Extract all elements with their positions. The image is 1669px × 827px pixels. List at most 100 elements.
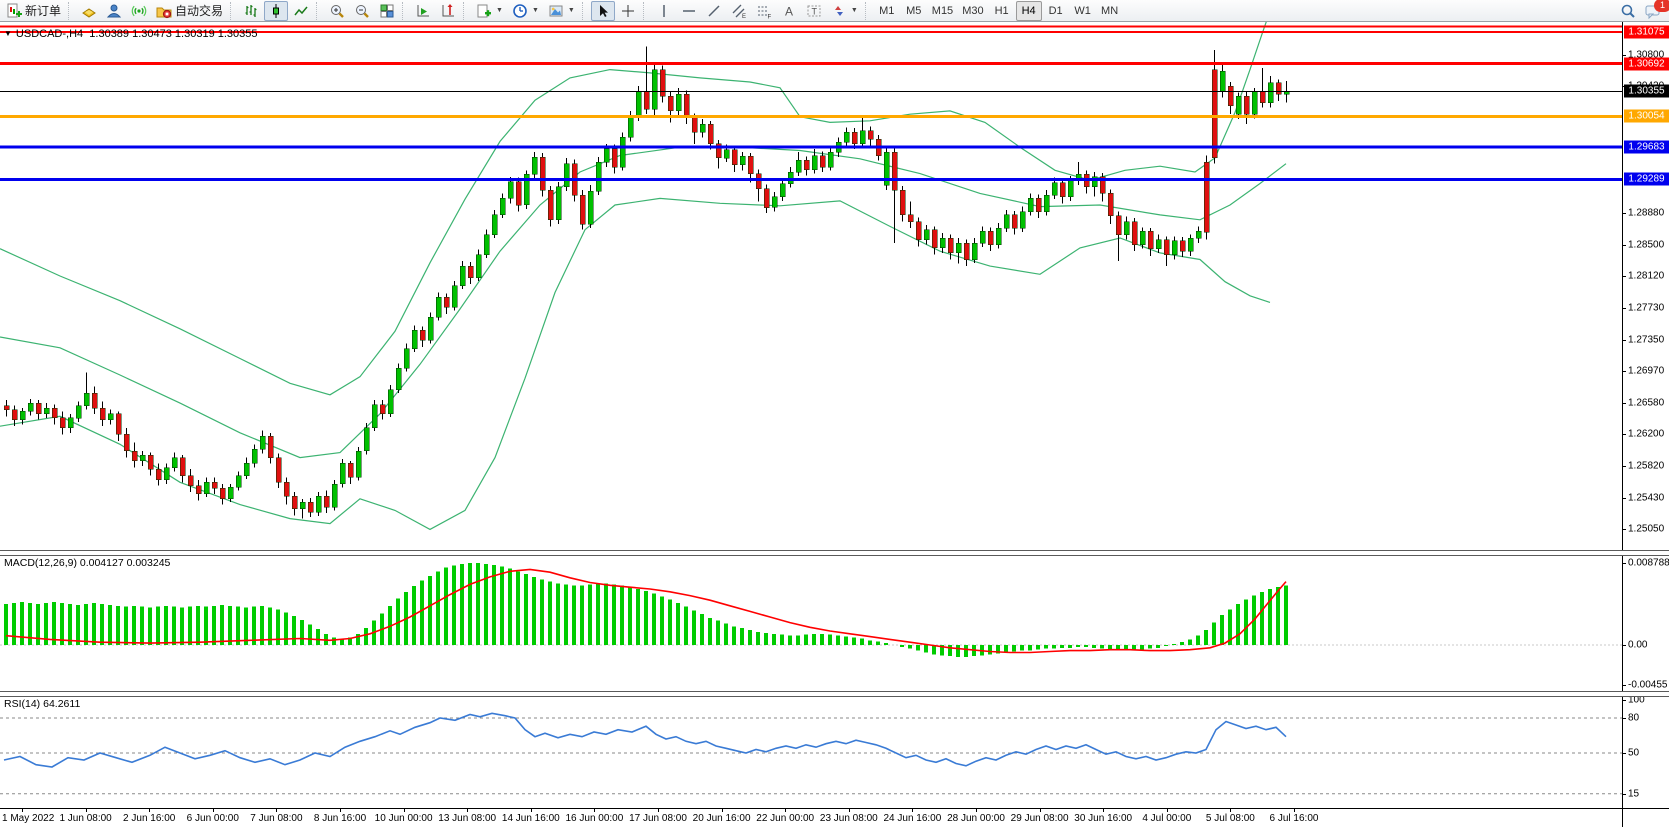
horizontal-line-tool-button[interactable] (677, 1, 701, 21)
timeframe-h1[interactable]: H1 (989, 1, 1015, 21)
candlestick-mode-button[interactable] (264, 1, 288, 21)
candle-bear (540, 157, 545, 190)
price-badge-1.29289: 1.29289 (1624, 173, 1669, 186)
crosshair-tool-button[interactable] (616, 1, 640, 21)
main-chart-canvas[interactable] (0, 22, 1622, 550)
rsi-pane[interactable]: RSI(14) 64.2611 (0, 695, 1622, 808)
chart-dropdown-icon[interactable]: ▼ (4, 29, 12, 38)
template-button[interactable]: ▼ (544, 1, 579, 21)
profile-button[interactable] (102, 1, 126, 21)
candle-bear (308, 502, 313, 512)
zoom-in-button[interactable] (325, 1, 349, 21)
autotrading-icon (156, 3, 172, 19)
candle-bull (1044, 195, 1049, 212)
vertical-line-tool-button[interactable] (652, 1, 676, 21)
timeframe-w1[interactable]: W1 (1070, 1, 1096, 21)
candle-bull (68, 418, 73, 428)
autotrading-button[interactable]: 自动交易 (152, 1, 227, 21)
trendline-tool-button[interactable] (702, 1, 726, 21)
candle-bear (708, 124, 713, 144)
axis-corner-line (1622, 809, 1623, 827)
candle-bull (556, 187, 561, 220)
pane-separator[interactable] (0, 691, 1669, 697)
candle-bull (700, 124, 705, 132)
cursor-tool-button[interactable] (591, 1, 615, 21)
text-label-tool-button[interactable]: T (802, 1, 826, 21)
dropdown-caret: ▼ (496, 7, 503, 14)
svg-text:T: T (811, 6, 817, 16)
timeframe-d1[interactable]: D1 (1043, 1, 1069, 21)
crosshair-icon (620, 3, 636, 19)
macd-pane[interactable]: MACD(12,26,9) 0.004127 0.003245 (0, 554, 1622, 691)
price-tick-mark (1623, 340, 1626, 341)
signals-button[interactable] (127, 1, 151, 21)
price-axis[interactable]: 1.308001.304201.288801.285001.281201.277… (1622, 22, 1669, 550)
rsi-value: 64.2611 (43, 698, 80, 710)
chart-shift-button[interactable] (436, 1, 460, 21)
text-tool-button[interactable]: A (777, 1, 801, 21)
candle-bear (916, 222, 921, 240)
market-watch-button[interactable] (77, 1, 101, 21)
candle-bull (1172, 241, 1177, 255)
candle-bear (1036, 198, 1041, 211)
timeframe-mn[interactable]: MN (1097, 1, 1123, 21)
price-badge-1.31075: 1.31075 (1624, 26, 1669, 39)
pane-separator[interactable] (0, 550, 1669, 556)
period-button[interactable]: ▼ (508, 1, 543, 21)
candle-bull (532, 157, 537, 174)
candle-bull (1124, 222, 1129, 235)
new-chart-button[interactable]: ▼ (472, 1, 507, 21)
timeframe-m30[interactable]: M30 (958, 1, 987, 21)
candle-bear (804, 160, 809, 169)
macd-canvas[interactable] (0, 554, 1622, 691)
macd-tick-mark (1623, 645, 1626, 646)
timeframe-m5[interactable]: M5 (901, 1, 927, 21)
rsi-label: RSI(14) (4, 698, 40, 710)
candle-bear (12, 410, 17, 420)
new-order-button[interactable]: 新订单 (2, 1, 65, 21)
timeframe-m1[interactable]: M1 (874, 1, 900, 21)
bar-chart-mode-button[interactable] (239, 1, 263, 21)
clock-icon (512, 3, 528, 19)
time-tick-mark (976, 809, 977, 812)
candle-bull (1252, 92, 1257, 114)
candle-bull (596, 162, 601, 191)
candle-bear (692, 118, 697, 133)
macd-axis[interactable]: 0.0087880.00-0.00455 (1622, 554, 1669, 691)
candle-bear (748, 156, 753, 173)
rsi-canvas[interactable] (0, 695, 1622, 808)
line-chart-mode-button[interactable] (289, 1, 313, 21)
timeframe-m15[interactable]: M15 (928, 1, 957, 21)
timeframe-h4[interactable]: H4 (1016, 1, 1042, 21)
candle-bull (940, 238, 945, 248)
candle-bear (52, 408, 57, 418)
rsi-line (4, 713, 1286, 767)
time-label: 7 Jun 08:00 (250, 813, 302, 824)
candle-bull (1236, 96, 1241, 114)
macd-tick-mark (1623, 685, 1626, 686)
candle-bear (1132, 222, 1137, 245)
equidistant-channel-icon: E (731, 3, 747, 19)
candle-bear (92, 393, 97, 408)
channel-tool-button[interactable]: E (727, 1, 751, 21)
time-axis[interactable]: 1 May 20221 Jun 08:002 Jun 16:006 Jun 00… (0, 808, 1669, 827)
candle-bull (860, 131, 865, 144)
search-button[interactable] (1616, 1, 1640, 21)
time-tick-mark (467, 809, 468, 812)
fibonacci-tool-button[interactable]: F (752, 1, 776, 21)
candle-bear (212, 482, 217, 488)
candle-bear (188, 476, 193, 486)
zoom-out-button[interactable] (350, 1, 374, 21)
main-chart-pane[interactable]: ▼USDCAD-,H4 1.30389 1.30473 1.30319 1.30… (0, 22, 1622, 550)
vertical-line-icon (656, 3, 672, 19)
candle-bear (1012, 215, 1017, 228)
candle-bull (652, 70, 657, 110)
candle-bear (612, 149, 617, 167)
chart-profile-button[interactable] (411, 1, 435, 21)
price-tick-label: 1.26580 (1628, 398, 1664, 409)
arrows-tool-button[interactable]: ▼ (827, 1, 862, 21)
time-tick-mark (340, 809, 341, 812)
tile-windows-button[interactable] (375, 1, 399, 21)
notification-badge[interactable]: 1 (1654, 0, 1669, 12)
rsi-axis[interactable]: 100805015 (1622, 695, 1669, 808)
